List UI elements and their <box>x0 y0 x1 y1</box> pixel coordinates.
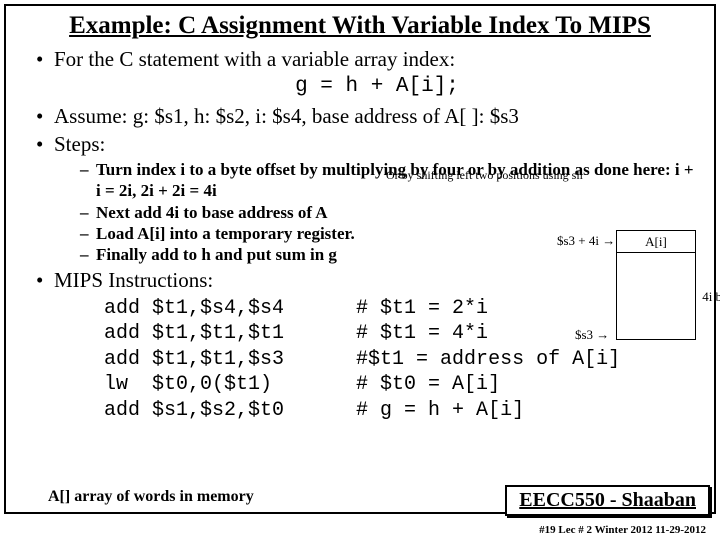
step-2: Next add 4i to base address of A <box>80 202 700 223</box>
memory-cell-ai: A[i] <box>617 231 695 253</box>
course-text: EECC550 - Shaaban <box>519 489 696 511</box>
bullet-assume: Assume: g: $s1, h: $s2, i: $s4, base add… <box>36 103 700 129</box>
course-box: EECC550 - Shaaban <box>505 485 710 516</box>
code-statement: g = h + A[i]; <box>54 74 700 100</box>
slide-frame: Example: C Assignment With Variable Inde… <box>4 4 716 514</box>
bullet-c-text: For the C statement with a variable arra… <box>54 47 455 71</box>
footer-caption: A[] array of words in memory <box>48 488 254 506</box>
label-s3-plus-4i: $s3 + 4i → <box>557 233 615 249</box>
label-s3: $s3 → <box>575 327 609 343</box>
memory-box: A[i] $s3 + 4i → 4i bytes $s3 → <box>616 230 696 340</box>
note-sll: Or by shifting left two positions using … <box>386 168 583 183</box>
label-4i-bytes: 4i bytes <box>702 289 720 305</box>
slide-meta: #19 Lec # 2 Winter 2012 11-29-2012 <box>539 524 706 536</box>
bullet-c-statement: For the C statement with a variable arra… <box>36 46 700 101</box>
bullet-mips-label: MIPS Instructions: <box>54 268 213 292</box>
memory-diagram: A[i] $s3 + 4i → 4i bytes $s3 → <box>586 230 696 340</box>
bullet-steps-label: Steps: <box>54 132 105 156</box>
slide-title: Example: C Assignment With Variable Inde… <box>20 12 700 40</box>
